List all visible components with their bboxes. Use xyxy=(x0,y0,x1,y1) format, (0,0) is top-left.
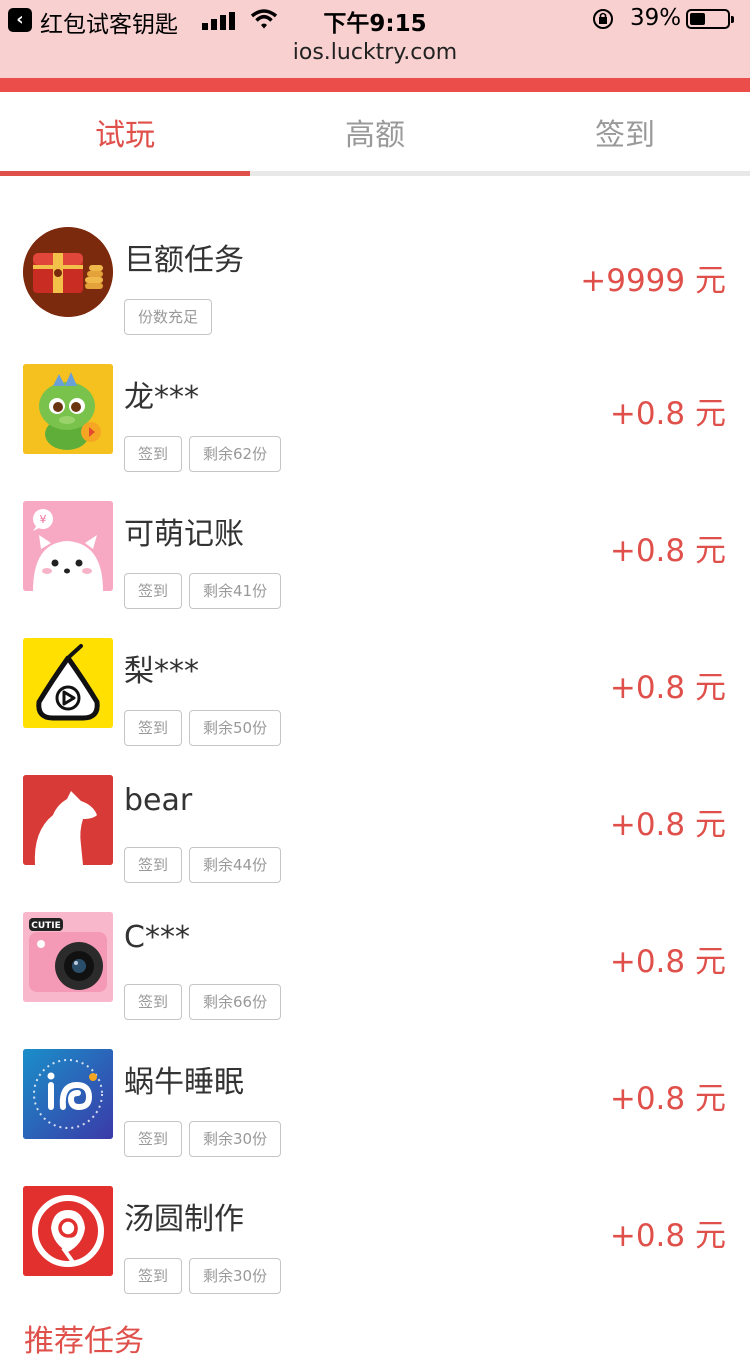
task-tags: 签到 剩余62份 xyxy=(124,436,288,472)
tag-checkin: 签到 xyxy=(124,1121,183,1157)
task-name: 汤圆制作 xyxy=(124,1202,244,1237)
rotation-lock-icon xyxy=(593,9,613,29)
tag-remaining: 剩余50份 xyxy=(189,710,282,746)
task-name: 龙*** xyxy=(124,380,199,415)
task-name: 巨额任务 xyxy=(124,243,244,278)
task-reward: +0.8 元 xyxy=(609,944,726,980)
section-title-recommended: 推荐任务 xyxy=(24,1324,144,1359)
snail-sleep-icon xyxy=(23,1049,113,1139)
tab-checkin[interactable]: 签到 xyxy=(500,92,750,176)
tab-high-amount[interactable]: 高额 xyxy=(250,92,500,176)
task-item[interactable]: 龙*** 签到 剩余62份 +0.8 元 xyxy=(0,364,750,501)
task-tags: 份数充足 xyxy=(124,299,219,335)
task-reward: +0.8 元 xyxy=(609,1081,726,1117)
task-tags: 签到 剩余30份 xyxy=(124,1121,288,1157)
tag-remaining: 剩余66份 xyxy=(189,984,282,1020)
task-tags: 签到 剩余50份 xyxy=(124,710,288,746)
tag-stock: 份数充足 xyxy=(124,299,213,335)
tab-trial[interactable]: 试玩 xyxy=(0,92,250,176)
task-item[interactable]: 梨*** 签到 剩余50份 +0.8 元 xyxy=(0,638,750,775)
cute-cat-icon: ¥ xyxy=(23,501,113,591)
task-reward: +0.8 元 xyxy=(609,1218,726,1254)
battery-icon xyxy=(686,9,734,29)
tab-active-indicator xyxy=(0,171,250,176)
pear-play-icon xyxy=(23,638,113,728)
battery-percent: 39% xyxy=(630,5,682,31)
task-reward: +0.8 元 xyxy=(609,670,726,706)
task-tags: 签到 剩余66份 xyxy=(124,984,288,1020)
header-divider xyxy=(0,78,750,92)
camera-icon: CUTIE xyxy=(23,912,113,1002)
cat-bubble-text: ¥ xyxy=(40,513,47,526)
task-tags: 签到 剩余30份 xyxy=(124,1258,288,1294)
camera-brand-text: CUTIE xyxy=(31,921,61,931)
task-reward: +0.8 元 xyxy=(609,396,726,432)
tab-bar: 试玩 高额 签到 xyxy=(0,92,750,176)
task-name: 可萌记账 xyxy=(124,517,244,552)
tag-remaining: 剩余30份 xyxy=(189,1121,282,1157)
task-item[interactable]: 巨额任务 份数充足 +9999 元 xyxy=(0,227,750,364)
bear-icon xyxy=(23,775,113,865)
task-item[interactable]: 汤圆制作 签到 剩余30份 +0.8 元 xyxy=(0,1186,750,1323)
tag-remaining: 剩余44份 xyxy=(189,847,282,883)
task-tags: 签到 剩余41份 xyxy=(124,573,288,609)
task-item[interactable]: ¥ 可萌记账 签到 剩余41份 +0.8 元 xyxy=(0,501,750,638)
task-reward: +0.8 元 xyxy=(609,533,726,569)
tag-checkin: 签到 xyxy=(124,1258,183,1294)
task-name: 梨*** xyxy=(124,654,199,689)
tag-checkin: 签到 xyxy=(124,984,183,1020)
task-name: bear xyxy=(124,783,193,818)
status-bar: ‹ 红包试客钥匙 下午9:15 39% ios.lucktry.com xyxy=(0,0,750,78)
task-reward: +0.8 元 xyxy=(609,807,726,843)
tag-checkin: 签到 xyxy=(124,847,183,883)
task-name: C*** xyxy=(124,920,190,955)
dragon-icon xyxy=(23,364,113,454)
tag-remaining: 剩余41份 xyxy=(189,573,282,609)
task-name: 蜗牛睡眠 xyxy=(124,1065,244,1100)
task-item[interactable]: bear 签到 剩余44份 +0.8 元 xyxy=(0,775,750,912)
tag-checkin: 签到 xyxy=(124,573,183,609)
tag-checkin: 签到 xyxy=(124,710,183,746)
url-label: ios.lucktry.com xyxy=(292,40,458,65)
task-item[interactable]: CUTIE C*** 签到 剩余66份 +0.8 元 xyxy=(0,912,750,1049)
task-item[interactable]: 蜗牛睡眠 签到 剩余30份 +0.8 元 xyxy=(0,1049,750,1186)
tag-remaining: 剩余62份 xyxy=(189,436,282,472)
task-tags: 签到 剩余44份 xyxy=(124,847,288,883)
tangyuan-icon xyxy=(23,1186,113,1276)
tag-remaining: 剩余30份 xyxy=(189,1258,282,1294)
treasure-chest-icon xyxy=(23,227,113,317)
task-reward: +9999 元 xyxy=(580,263,726,299)
tag-checkin: 签到 xyxy=(124,436,183,472)
